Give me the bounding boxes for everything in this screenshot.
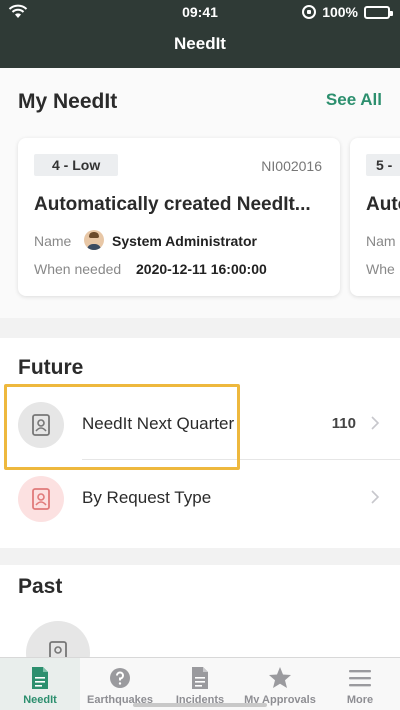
- when-needed-label: When needed: [34, 261, 122, 277]
- avatar: [84, 230, 104, 250]
- contact-card-icon: [18, 476, 64, 522]
- main-content[interactable]: My NeedIt See All 4 - Low NI002016 Autom…: [0, 68, 400, 657]
- document-icon: [30, 666, 50, 690]
- future-title: Future: [18, 356, 84, 379]
- tab-needit[interactable]: NeedIt: [0, 658, 80, 710]
- name-label: Nam: [366, 233, 396, 249]
- priority-badge: 5 -: [366, 154, 400, 176]
- list-item-label: By Request Type: [82, 488, 212, 507]
- highlight-frame: [4, 384, 240, 470]
- menu-icon: [349, 666, 371, 690]
- list-item-by-request-type[interactable]: By Request Type: [0, 464, 400, 538]
- see-all-link[interactable]: See All: [326, 90, 382, 110]
- top-bar: 09:41 100% NeedIt: [0, 0, 400, 68]
- my-needit-section: My NeedIt See All 4 - Low NI002016 Autom…: [0, 68, 400, 318]
- tab-more[interactable]: More: [320, 658, 400, 710]
- when-needed-value: 2020-12-11 16:00:00: [136, 261, 267, 277]
- list-item-count: 110: [331, 415, 356, 432]
- my-needit-title: My NeedIt: [18, 90, 118, 113]
- name-label: Name: [34, 233, 72, 249]
- past-section: Past: [0, 565, 400, 657]
- orientation-lock-icon: [302, 5, 317, 19]
- document-icon: [190, 666, 210, 690]
- question-icon: [109, 666, 131, 690]
- card-title: Automatically created NeedIt...: [34, 194, 311, 215]
- nav-title: NeedIt: [174, 34, 226, 53]
- record-number: NI002016: [261, 158, 322, 174]
- home-indicator: [133, 703, 267, 707]
- past-title: Past: [18, 575, 63, 598]
- battery-percent: 100%: [322, 4, 358, 20]
- battery-icon: [364, 5, 393, 19]
- tab-label: More: [346, 694, 374, 706]
- chevron-right-icon: [371, 490, 380, 504]
- tab-label: NeedIt: [23, 694, 57, 706]
- needit-card[interactable]: 4 - Low NI002016 Automatically created N…: [18, 138, 340, 296]
- when-needed-label: Whe: [366, 261, 395, 277]
- card-title: Auto: [366, 194, 400, 215]
- star-icon: [268, 666, 292, 690]
- chevron-right-icon: [371, 416, 380, 430]
- priority-badge: 4 - Low: [34, 154, 119, 176]
- status-right: 100%: [302, 4, 393, 20]
- contact-card-icon[interactable]: [26, 621, 90, 657]
- name-value: System Administrator: [112, 233, 257, 249]
- status-bar: 09:41 100%: [0, 0, 400, 24]
- needit-card-partial[interactable]: 5 - Auto Nam Whe: [350, 138, 400, 296]
